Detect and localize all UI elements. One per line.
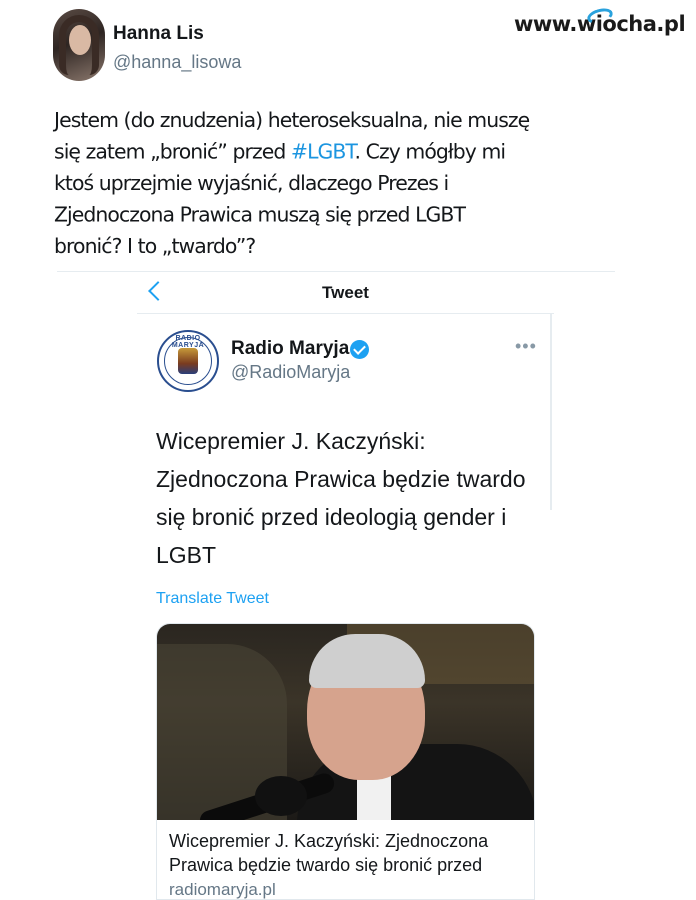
author-name[interactable]: Hanna Lis	[113, 23, 204, 45]
verified-badge-icon	[350, 340, 369, 359]
card-body: Wicepremier J. Kaczyński: Zjednoczona Pr…	[169, 829, 525, 899]
tweet-text: Jestem (do znudzenia) heteroseksualna, n…	[54, 105, 530, 262]
radio-maryja-avatar[interactable]: RADIO MARYJA	[157, 330, 219, 392]
site-watermark: www.wiocha.pl	[514, 5, 686, 44]
quoted-author-handle[interactable]: @RadioMaryja	[231, 362, 350, 383]
quoted-author-name[interactable]: Radio Maryja	[231, 338, 349, 360]
card-domain: radiomaryja.pl	[169, 880, 276, 899]
photo-collar	[357, 774, 391, 820]
avatar-logo-text: RADIO MARYJA	[171, 335, 205, 349]
microphone-icon	[255, 776, 307, 816]
link-preview-card[interactable]: Wicepremier J. Kaczyński: Zjednoczona Pr…	[156, 623, 535, 900]
author-handle[interactable]: @hanna_lisowa	[113, 52, 241, 73]
quoted-tweet-text: Wicepremier J. Kaczyński: Zjednoczona Pr…	[156, 428, 526, 568]
embedded-header: Tweet	[137, 276, 554, 314]
card-title: Wicepremier J. Kaczyński: Zjednoczona Pr…	[169, 831, 489, 875]
embedded-header-title: Tweet	[322, 283, 369, 302]
more-options-icon[interactable]: •••	[515, 336, 537, 357]
author-avatar[interactable]	[53, 9, 105, 81]
card-photo	[157, 624, 534, 820]
madonna-icon	[178, 348, 198, 374]
avatar-face	[69, 25, 91, 55]
hashtag-link[interactable]: #LGBT	[291, 140, 356, 164]
translate-tweet-link[interactable]: Translate Tweet	[156, 590, 269, 608]
quote-divider	[57, 271, 615, 272]
embedded-side-border	[550, 314, 552, 510]
